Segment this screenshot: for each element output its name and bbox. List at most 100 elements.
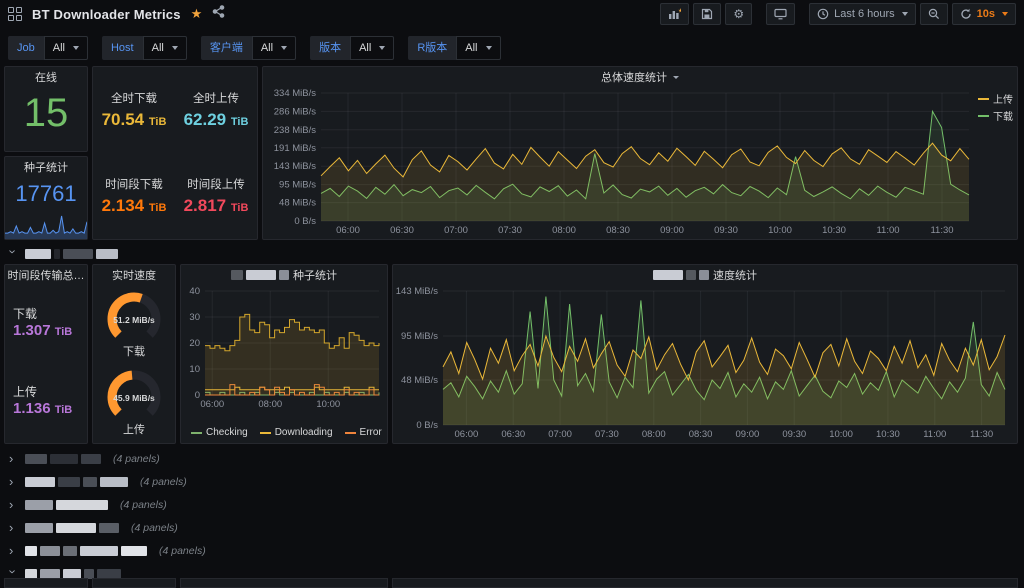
svg-text:11:00: 11:00 [923, 429, 946, 440]
panels-count: (4 panels) [159, 545, 206, 557]
redacted-title-part [653, 270, 709, 280]
svg-text:11:00: 11:00 [876, 225, 899, 236]
seeds-chart[interactable]: 01020304006:0008:0010:00 [181, 285, 387, 411]
zoom-out-button[interactable] [920, 3, 948, 25]
clock-icon [817, 8, 829, 20]
panel-online-stat[interactable]: 在线 15 [4, 66, 88, 152]
period-transfer-upload: 上传 1.136 TiB [13, 383, 72, 417]
chevron-right-icon: › [9, 521, 17, 534]
row-collapsed-2[interactable]: › (4 panels) [0, 471, 1024, 492]
add-panel-button[interactable]: ★ [660, 3, 689, 25]
redacted-row-title [25, 523, 119, 533]
seeds-total-value: 17761 [5, 181, 87, 207]
filter-value-dropdown[interactable]: All [456, 36, 500, 60]
period-download-value: 2.134 TiB [102, 196, 167, 216]
chevron-down-icon: › [7, 570, 20, 578]
svg-text:10:00: 10:00 [768, 225, 792, 236]
svg-text:08:00: 08:00 [642, 429, 666, 440]
panels-count: (4 panels) [120, 499, 167, 511]
panel-period-transfer-total[interactable]: 时间段传输总… 下载 1.307 TiB 上传 1.136 TiB [4, 264, 88, 444]
filter-value-dropdown[interactable]: All [44, 36, 88, 60]
dashboard-title: BT Downloader Metrics [32, 7, 181, 22]
row-header-expanded[interactable]: › [0, 243, 1024, 264]
panel-speed-chart[interactable]: 速度统计 0 B/s48 MiB/s95 MiB/s143 MiB/s06:00… [392, 264, 1018, 444]
panel-title[interactable]: 时间段传输总… [5, 265, 87, 285]
svg-text:06:00: 06:00 [455, 429, 479, 440]
filter-version: 版本All [310, 36, 394, 60]
speed-chart[interactable]: 0 B/s48 MiB/s95 MiB/s143 MiB/s06:0006:30… [393, 285, 1017, 443]
redacted-row-title [25, 477, 128, 487]
filter-value-dropdown[interactable]: All [252, 36, 296, 60]
cycle-view-button[interactable] [766, 3, 795, 25]
grafana-logo-icon[interactable] [8, 7, 22, 21]
overall-speed-chart[interactable]: 0 B/s48 MiB/s95 MiB/s143 MiB/s191 MiB/s2… [263, 87, 1017, 239]
svg-text:143 MiB/s: 143 MiB/s [396, 286, 438, 297]
refresh-icon [960, 8, 972, 20]
svg-text:0 B/s: 0 B/s [294, 216, 316, 227]
svg-text:286 MiB/s: 286 MiB/s [274, 106, 316, 117]
svg-text:0: 0 [195, 390, 200, 401]
panel-stub [180, 578, 388, 588]
svg-text:51.2 MiB/s: 51.2 MiB/s [113, 315, 155, 325]
favorite-star-icon[interactable]: ★ [191, 6, 203, 22]
panel-transfer-stats[interactable]: 全时下载 70.54 TiB 全时上传 62.29 TiB 时间段下载 2.13… [92, 66, 258, 240]
filter-value-dropdown[interactable]: All [350, 36, 394, 60]
svg-text:11:30: 11:30 [970, 429, 993, 440]
svg-text:30: 30 [189, 312, 200, 323]
panel-realtime-speed[interactable]: 实时速度 51.2 MiB/s 下载 45.9 MiB/s 上传 [92, 264, 176, 444]
filter-label: Host [102, 36, 143, 60]
period-transfer-download: 下载 1.307 TiB [13, 305, 72, 339]
svg-text:09:00: 09:00 [736, 429, 760, 440]
dashboard-settings-button[interactable]: ⚙ [725, 3, 752, 25]
share-icon[interactable] [212, 5, 225, 23]
row-collapsed-5[interactable]: › (4 panels) [0, 540, 1024, 561]
svg-text:143 MiB/s: 143 MiB/s [274, 161, 316, 172]
save-dashboard-button[interactable] [693, 3, 721, 25]
panel-title[interactable]: 总体速度统计 [263, 67, 1017, 87]
panel-seeds-chart[interactable]: 种子统计 01020304006:0008:0010:00 CheckingDo… [180, 264, 388, 444]
panel-seeds-total-stat[interactable]: 种子统计 17761 [4, 156, 88, 240]
svg-text:★: ★ [678, 8, 681, 15]
row-collapsed-4[interactable]: › (4 panels) [0, 517, 1024, 538]
filter-job: JobAll [8, 36, 88, 60]
template-variables-row: JobAll HostAll 客户端All 版本All R版本All [8, 36, 501, 60]
filter-label: R版本 [408, 36, 456, 60]
svg-text:08:00: 08:00 [552, 225, 576, 236]
redacted-title-part [231, 270, 289, 280]
svg-text:06:00: 06:00 [200, 399, 224, 410]
svg-text:0 B/s: 0 B/s [416, 420, 438, 431]
svg-text:09:30: 09:30 [714, 225, 738, 236]
filter-rversion: R版本All [408, 36, 500, 60]
svg-text:20: 20 [189, 338, 200, 349]
refresh-button[interactable]: 10s [952, 3, 1016, 25]
refresh-interval-label[interactable]: 10s [977, 8, 995, 20]
panel-overall-speed-chart[interactable]: 总体速度统计 0 B/s48 MiB/s95 MiB/s143 MiB/s191… [262, 66, 1018, 240]
filter-label: 版本 [310, 36, 350, 60]
panel-stub [92, 578, 176, 588]
svg-text:95 MiB/s: 95 MiB/s [401, 331, 438, 342]
row-collapsed-1[interactable]: › (4 panels) [0, 448, 1024, 469]
navbar: BT Downloader Metrics ★ ★ ⚙ Last 6 hours… [0, 0, 1024, 28]
chevron-right-icon: › [9, 498, 17, 511]
panels-count: (4 panels) [140, 476, 187, 488]
panel-title[interactable]: 种子统计 [181, 265, 387, 285]
row-collapsed-3[interactable]: › (4 panels) [0, 494, 1024, 515]
svg-text:191 MiB/s: 191 MiB/s [274, 143, 316, 154]
chart-legend: 上传下载 [978, 91, 1013, 123]
gauge-upload: 45.9 MiB/s 上传 [93, 369, 175, 437]
gear-icon: ⚙ [733, 7, 744, 21]
panel-title[interactable]: 速度统计 [393, 265, 1017, 285]
chevron-down-icon: › [7, 250, 20, 258]
panel-title[interactable]: 在线 [5, 67, 87, 87]
svg-text:07:00: 07:00 [548, 429, 572, 440]
chevron-right-icon: › [9, 452, 17, 465]
stat-label: 时间段上传 [187, 176, 245, 192]
dashboard-toolbar: ★ ⚙ Last 6 hours 10s [660, 3, 1016, 25]
time-range-picker[interactable]: Last 6 hours [809, 3, 916, 25]
panel-title[interactable]: 实时速度 [93, 265, 175, 285]
svg-text:07:30: 07:30 [498, 225, 522, 236]
svg-text:09:30: 09:30 [782, 429, 806, 440]
filter-value-dropdown[interactable]: All [143, 36, 187, 60]
filter-label: 客户端 [201, 36, 252, 60]
panel-title[interactable]: 种子统计 [5, 157, 87, 177]
